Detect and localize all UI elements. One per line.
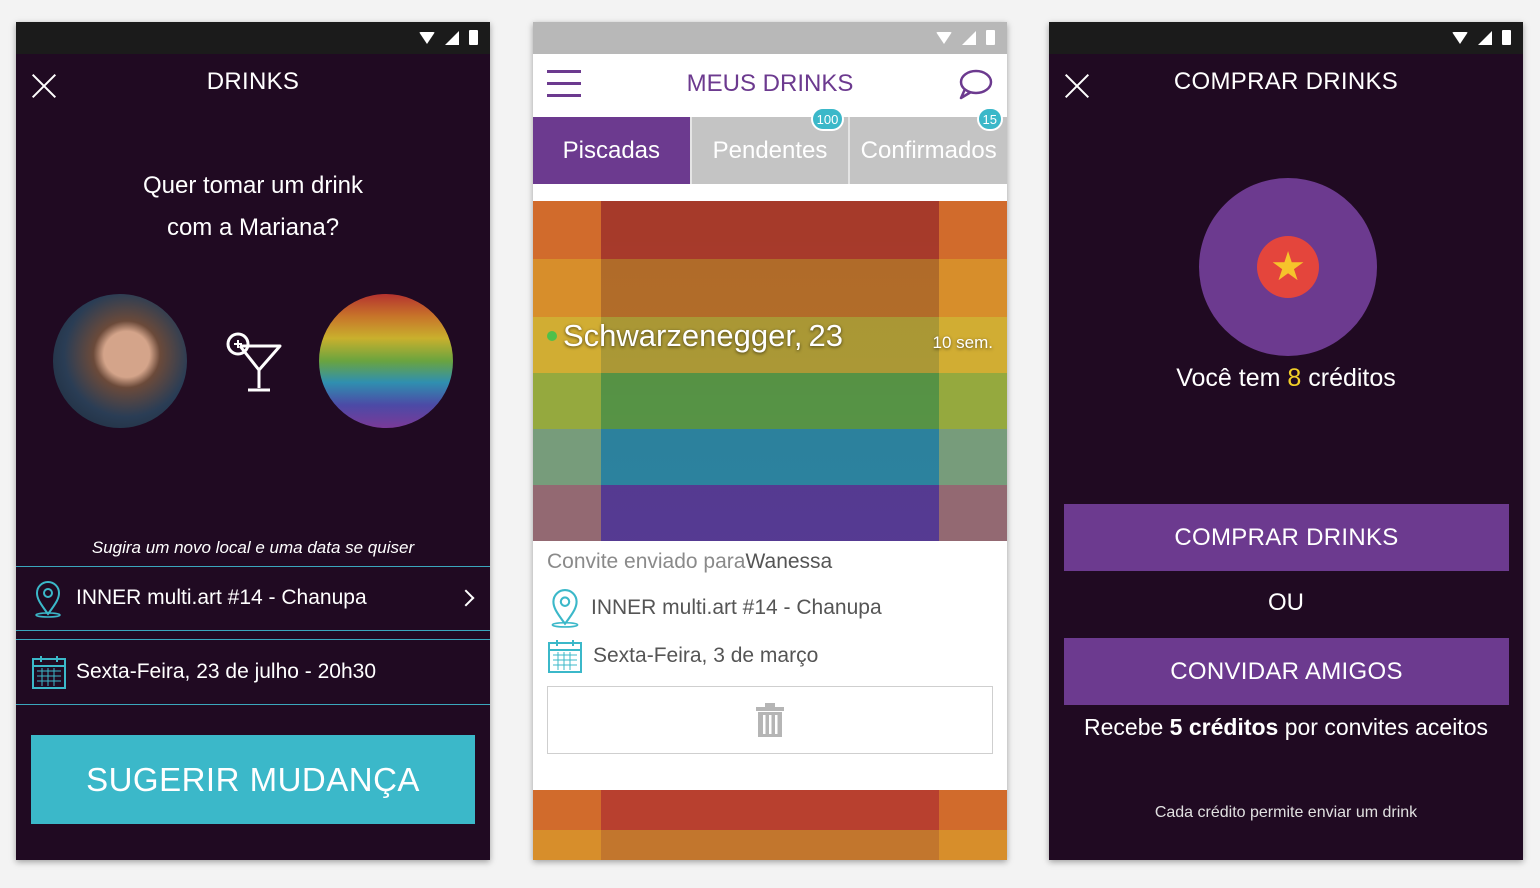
- next-profile-photo[interactable]: [533, 790, 1007, 860]
- credits-text: Você tem 8 créditos: [1049, 364, 1523, 393]
- question-prefix: com a: [166, 214, 239, 241]
- tab-bar: Piscadas Pendentes 100 Confirmados 15: [533, 107, 1007, 184]
- avatar-match: [319, 294, 453, 428]
- suggestion-hint: Sugira um novo local e uma data se quise…: [91, 538, 415, 557]
- date-line: Sexta-Feira, 3 de março: [547, 636, 818, 676]
- battery-icon: [1502, 30, 1511, 45]
- location-pin-icon: [551, 589, 579, 628]
- page-title: DRINKS: [206, 68, 300, 95]
- status-bar: [16, 22, 490, 54]
- count-badge: 100: [810, 107, 845, 131]
- date-text: Sexta-Feira, 23 de julho - 20h30: [76, 660, 377, 683]
- location-row[interactable]: INNER multi.art #14 - Chanupa: [16, 566, 490, 630]
- wifi-icon: [419, 31, 435, 44]
- reward-suffix: por convites aceitos: [1278, 714, 1488, 740]
- or-label: OU: [1268, 589, 1304, 616]
- drinks-screen: DRINKS Quer tomar um drink com a Mariana…: [16, 22, 490, 860]
- profile-photo[interactable]: [533, 201, 1007, 541]
- reward-amount: 5 créditos: [1169, 714, 1279, 740]
- buy-drinks-button[interactable]: COMPRAR DRINKS: [1064, 504, 1509, 571]
- chat-bubble-icon[interactable]: [957, 68, 993, 100]
- tab-confirmados[interactable]: Confirmados 15: [848, 107, 1007, 184]
- date-row[interactable]: Sexta-Feira, 23 de julho - 20h30: [16, 640, 490, 704]
- signal-icon: [962, 30, 976, 45]
- buy-drinks-screen: COMPRAR DRINKS ★ Você tem 8 créditos COM…: [1049, 22, 1523, 860]
- chevron-right-icon: [457, 589, 475, 607]
- footnote: Cada crédito permite enviar um drink: [1154, 804, 1418, 821]
- tab-label: Confirmados: [860, 136, 997, 164]
- credits-prefix: Você tem: [1176, 364, 1288, 392]
- time-ago: 10 sem.: [932, 333, 993, 352]
- credits-suffix: créditos: [1301, 364, 1396, 392]
- count-badge: 15: [976, 107, 1004, 131]
- star-icon: ★: [1257, 236, 1319, 298]
- invite-name: Wanessa: [745, 550, 833, 573]
- calendar-icon: [16, 640, 76, 704]
- status-bar: [533, 22, 1007, 54]
- status-bar: [1049, 22, 1523, 54]
- signal-icon: [445, 30, 459, 45]
- battery-icon: [469, 30, 478, 45]
- cocktail-icon: [226, 332, 282, 392]
- location-line: INNER multi.art #14 - Chanupa: [547, 586, 882, 630]
- tab-label: Pendentes: [712, 136, 828, 164]
- credits-circle: ★: [1199, 178, 1377, 356]
- credits-value: 8: [1287, 364, 1302, 392]
- divider: [16, 630, 490, 631]
- question-line-2: com a Mariana?: [16, 214, 490, 242]
- tab-label: Piscadas: [562, 136, 661, 164]
- question-suffix: ?: [325, 214, 340, 241]
- question-name: Mariana: [238, 214, 326, 241]
- my-drinks-screen: MEUS DRINKS Piscadas Pendentes 100 Confir…: [533, 22, 1007, 860]
- location-pin-icon: [16, 566, 76, 630]
- wifi-icon: [936, 31, 952, 44]
- wifi-icon: [1452, 31, 1468, 44]
- profile-name: Schwarzenegger, 23: [547, 318, 843, 354]
- calendar-icon: [548, 640, 582, 673]
- reward-text: Recebe 5 créditos por convites aceitos: [1049, 714, 1523, 741]
- location-text: INNER multi.art #14 - Chanupa: [76, 586, 367, 609]
- page-title: COMPRAR DRINKS: [1173, 68, 1399, 95]
- name-text: Schwarzenegger,: [563, 318, 803, 353]
- date-text: Sexta-Feira, 3 de março: [593, 644, 819, 667]
- tab-piscadas[interactable]: Piscadas: [533, 117, 690, 184]
- invite-friends-button[interactable]: CONVIDAR AMIGOS: [1064, 638, 1509, 705]
- page-title: MEUS DRINKS: [686, 70, 854, 97]
- age-text: 23: [808, 318, 844, 353]
- delete-button[interactable]: [547, 686, 993, 754]
- question-line-1: Quer tomar um drink: [142, 172, 364, 199]
- location-text: INNER multi.art #14 - Chanupa: [591, 596, 882, 619]
- tab-pendentes[interactable]: Pendentes 100: [689, 107, 849, 184]
- online-dot-icon: [547, 331, 557, 341]
- avatar-self: [53, 294, 187, 428]
- trash-icon: [756, 703, 784, 737]
- signal-icon: [1478, 30, 1492, 45]
- suggest-change-button[interactable]: SUGERIR MUDANÇA: [31, 735, 475, 824]
- battery-icon: [986, 30, 995, 45]
- divider: [16, 704, 490, 705]
- reward-prefix: Recebe: [1084, 714, 1170, 740]
- invite-prefix: Convite enviado para: [547, 550, 746, 573]
- invite-line: Convite enviado para Wanessa: [547, 550, 832, 574]
